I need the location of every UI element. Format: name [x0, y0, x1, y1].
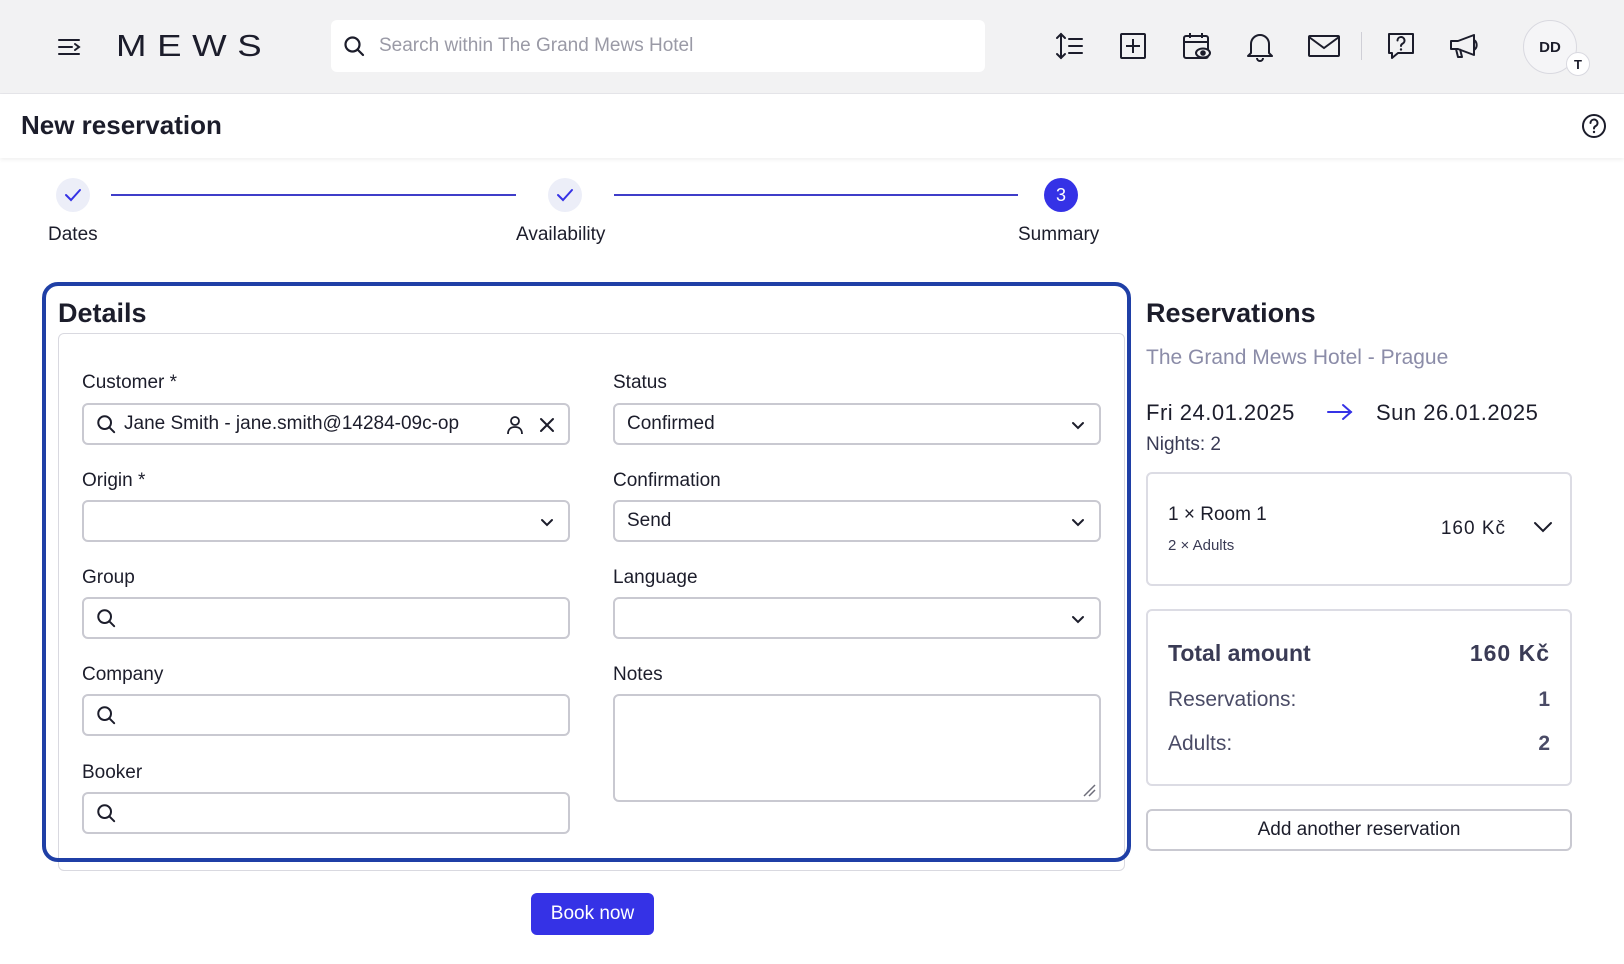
search-icon [344, 36, 365, 57]
room-card[interactable]: 1 × Room 1 2 × Adults 160 Kč [1146, 472, 1572, 586]
step-label-summary[interactable]: Summary [1018, 224, 1099, 246]
reservations-count-value: 1 [1538, 688, 1550, 711]
book-now-button[interactable]: Book now [531, 893, 654, 935]
nights-count: Nights: 2 [1146, 434, 1221, 455]
company-label: Company [82, 664, 164, 685]
page-header: New reservation [0, 94, 1624, 158]
reservations-count-label: Reservations: [1168, 688, 1297, 711]
mews-logo[interactable]: MEWS [116, 28, 272, 64]
room-price: 160 Kč [1440, 518, 1506, 539]
start-date: Fri 24.01.2025 [1146, 400, 1295, 425]
origin-select[interactable] [82, 500, 570, 542]
top-bar: MEWS Search within The Grand Mews Hotel … [0, 0, 1624, 94]
toolbar-divider [1361, 32, 1362, 60]
total-card: Total amount 160 Kč Reservations: 1 Adul… [1146, 609, 1572, 786]
menu-icon[interactable] [52, 30, 88, 66]
chevron-down-icon [541, 519, 553, 527]
origin-label: Origin * [82, 470, 146, 491]
step-availability-check-icon[interactable] [548, 178, 582, 212]
chevron-down-icon [1072, 616, 1084, 624]
adults-count-label: Adults: [1168, 732, 1233, 755]
confirmation-select[interactable]: Send [613, 500, 1101, 542]
arrow-right-icon [1327, 404, 1353, 420]
step-label-dates[interactable]: Dates [48, 224, 98, 246]
notes-textarea[interactable] [613, 694, 1101, 802]
status-value: Confirmed [627, 413, 715, 434]
calendar-view-icon[interactable] [1177, 26, 1217, 66]
tenant-badge: T [1566, 52, 1590, 76]
total-amount: 160 Kč [1469, 640, 1550, 666]
end-date: Sun 26.01.2025 [1376, 400, 1539, 425]
room-guests: 2 × Adults [1168, 537, 1235, 554]
total-label: Total amount [1168, 640, 1311, 666]
search-icon [97, 415, 116, 434]
booker-label: Booker [82, 762, 143, 783]
language-select[interactable] [613, 597, 1101, 639]
step-connector [111, 194, 516, 196]
clear-icon[interactable] [538, 416, 556, 434]
chevron-down-icon [1072, 519, 1084, 527]
hotel-name: The Grand Mews Hotel - Prague [1146, 346, 1449, 369]
step-summary-number[interactable]: 3 [1044, 178, 1078, 212]
search-icon [97, 804, 116, 823]
status-label: Status [613, 372, 667, 393]
booker-field[interactable] [82, 792, 570, 834]
search-input[interactable] [379, 35, 959, 57]
bell-icon[interactable] [1240, 26, 1280, 66]
notes-label: Notes [613, 664, 663, 685]
step-dates-check-icon[interactable] [56, 178, 90, 212]
adults-count-value: 2 [1538, 732, 1550, 755]
group-label: Group [82, 567, 135, 588]
status-select[interactable]: Confirmed [613, 403, 1101, 445]
company-field[interactable] [82, 694, 570, 736]
search-icon [97, 609, 116, 628]
help-icon[interactable] [1580, 112, 1608, 140]
global-search[interactable] [331, 20, 985, 72]
details-title: Details [58, 298, 147, 328]
resize-handle-icon[interactable] [1082, 783, 1096, 797]
customer-label: Customer * [82, 372, 178, 393]
room-name: 1 × Room 1 [1168, 504, 1267, 525]
confirmation-label: Confirmation [613, 470, 721, 491]
customer-field[interactable]: Jane Smith - jane.smith@14284-09c-op [82, 403, 570, 445]
group-field[interactable] [82, 597, 570, 639]
reservations-title: Reservations [1146, 298, 1316, 328]
customer-value: Jane Smith - jane.smith@14284-09c-op [124, 413, 460, 434]
page-title: New reservation [21, 110, 222, 140]
step-label-availability[interactable]: Availability [516, 224, 605, 246]
megaphone-icon[interactable] [1445, 26, 1485, 66]
chevron-down-icon[interactable] [1532, 516, 1554, 538]
mail-icon[interactable] [1304, 26, 1344, 66]
search-icon [97, 706, 116, 725]
chevron-down-icon [1072, 422, 1084, 430]
step-connector [614, 194, 1018, 196]
help-chat-icon[interactable] [1381, 26, 1421, 66]
sort-icon[interactable] [1049, 26, 1089, 66]
add-another-reservation-button[interactable]: Add another reservation [1146, 809, 1572, 851]
person-icon[interactable] [505, 415, 525, 435]
confirmation-value: Send [627, 510, 672, 531]
add-icon[interactable] [1113, 26, 1153, 66]
language-label: Language [613, 567, 698, 588]
